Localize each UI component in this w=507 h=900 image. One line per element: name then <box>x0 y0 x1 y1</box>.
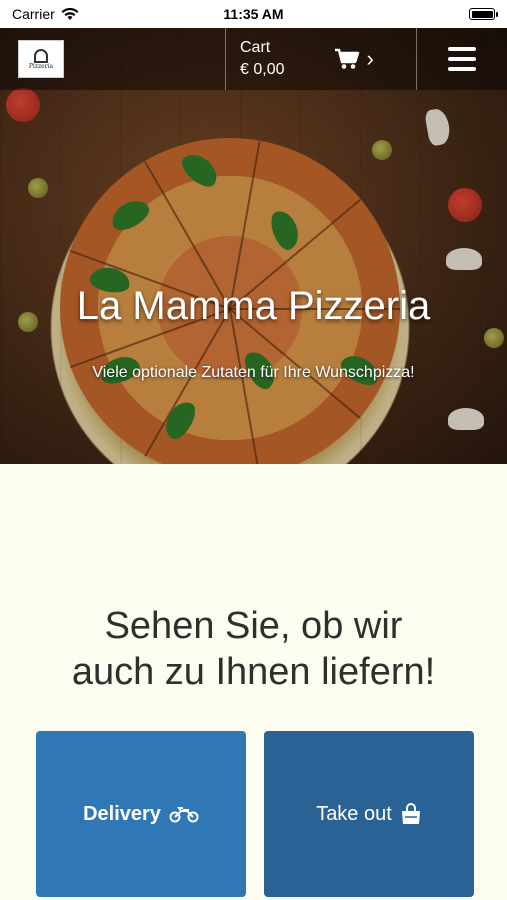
hero-subtitle: Viele optionale Zutaten für Ihre Wunschp… <box>92 364 415 381</box>
cart-icon-wrap: › <box>334 46 374 72</box>
carrier-label: Carrier <box>12 6 55 22</box>
heading-line-2: auch zu Ihnen liefern! <box>71 651 436 693</box>
cart-total: € 0,00 <box>240 61 285 78</box>
cart-button[interactable]: Cart € 0,00 › <box>226 28 416 90</box>
chevron-right-icon: › <box>366 46 374 71</box>
heading-line-1: Sehen Sie, ob wir <box>104 605 403 647</box>
carrier-info: Carrier <box>12 6 79 22</box>
menu-button[interactable] <box>417 28 507 90</box>
hamburger-menu-icon <box>448 47 476 71</box>
logo-icon <box>34 48 48 63</box>
delivery-button[interactable]: Delivery <box>36 731 246 897</box>
battery-icon <box>469 8 498 20</box>
top-navigation: Pizzeria Cart € 0,00 › <box>0 28 507 90</box>
pizzeria-logo: Pizzeria <box>18 40 64 78</box>
hero-title: La Mamma Pizzeria <box>76 284 431 328</box>
logo-text: Pizzeria <box>28 62 54 70</box>
takeout-label: Take out <box>316 802 392 825</box>
motorcycle-icon <box>169 807 199 823</box>
shopping-bag-icon <box>401 803 420 824</box>
shopping-cart-icon <box>335 48 360 69</box>
cart-label: Cart <box>240 39 271 56</box>
cart-summary: Cart € 0,00 <box>240 37 284 81</box>
logo-link[interactable]: Pizzeria <box>12 28 70 90</box>
wifi-icon <box>61 7 79 20</box>
delivery-check-heading: Sehen Sie, ob wir auch zu Ihnen liefern! <box>0 603 507 695</box>
takeout-button[interactable]: Take out <box>264 731 474 897</box>
hero-banner: La Mamma Pizzeria Viele optionale Zutate… <box>0 28 507 464</box>
status-bar: Carrier 11:35 AM <box>0 0 507 28</box>
delivery-label: Delivery <box>83 802 161 825</box>
